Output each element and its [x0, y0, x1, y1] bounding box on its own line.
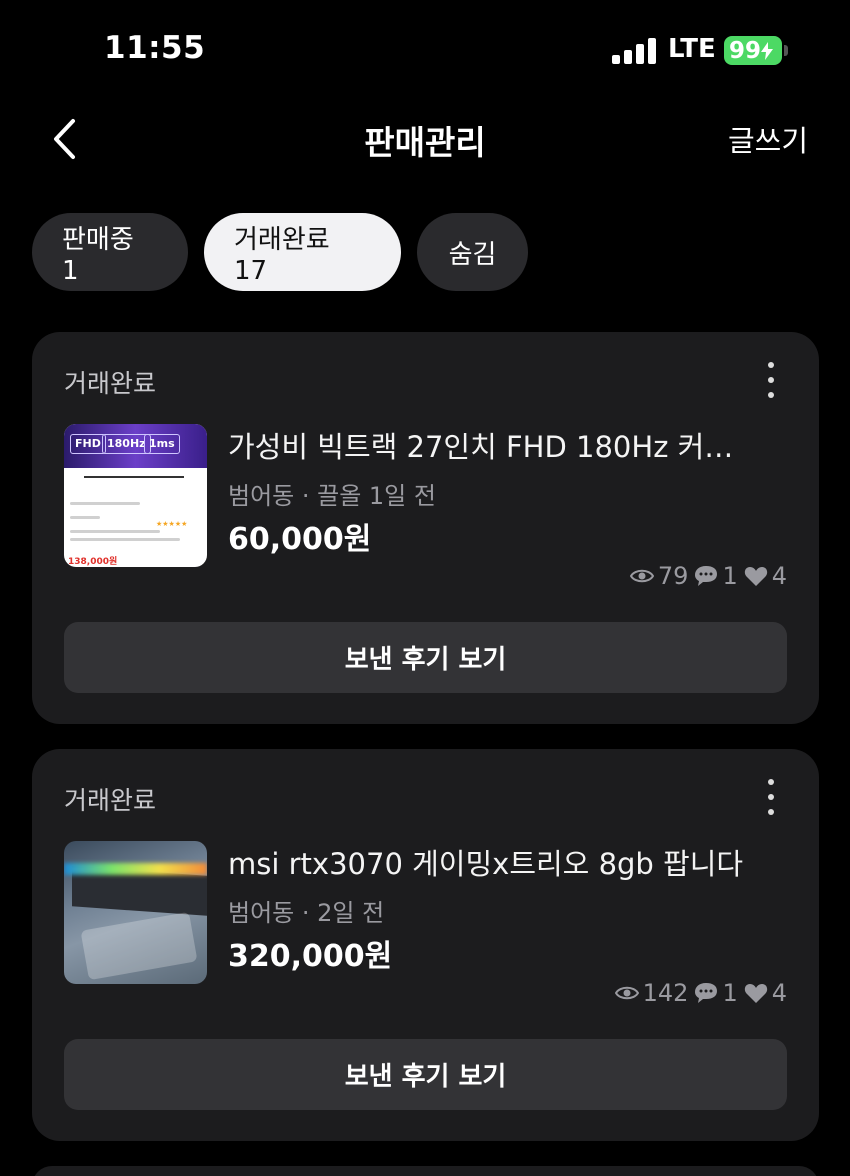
- chat-bubble-icon: [695, 566, 718, 586]
- battery-level: 99: [728, 37, 761, 64]
- view-sent-review-button[interactable]: 보낸 후기 보기: [64, 622, 787, 693]
- chat-bubble-icon: [695, 983, 718, 1003]
- thumb-price: 138,000원: [68, 557, 118, 567]
- chats-count: 1: [722, 562, 738, 590]
- views-stat: 79: [629, 562, 689, 590]
- thumbnail-image: [64, 841, 207, 984]
- status-bar: 11:55 LTE 99: [0, 0, 850, 100]
- battery-tip: [784, 45, 788, 56]
- listing-stats: 79 1 4: [629, 562, 787, 590]
- listing-card[interactable]: 거래완료 msi rtx3070 게이밍x트리오 8gb 팝니다 범어동 · 2…: [32, 749, 819, 1141]
- listing-meta: 범어동 · 끌올 1일 전: [228, 482, 436, 510]
- tab-hidden[interactable]: 숨김: [417, 213, 528, 291]
- battery-icon: 99: [724, 36, 782, 65]
- more-options-icon[interactable]: [761, 362, 781, 398]
- eye-icon: [614, 986, 639, 1000]
- likes-count: 4: [771, 562, 787, 590]
- heart-icon: [744, 567, 767, 586]
- thumb-chip: FHD: [70, 434, 106, 454]
- listing-title[interactable]: msi rtx3070 게이밍x트리오 8gb 팝니다: [228, 841, 788, 883]
- listing-card[interactable]: [32, 1166, 819, 1176]
- listing-title[interactable]: 가성비 빅트랙 27인치 FHD 180Hz 커…: [228, 424, 788, 466]
- filter-tabs: 판매중 1 거래완료 17 숨김: [32, 213, 528, 291]
- listing-status: 거래완료: [64, 369, 157, 398]
- status-time: 11:55: [104, 30, 206, 66]
- page-title: 판매관리: [364, 123, 486, 162]
- chats-count: 1: [722, 979, 738, 1007]
- eye-icon: [629, 569, 654, 583]
- likes-count: 4: [771, 979, 787, 1007]
- chats-stat: 1: [694, 979, 738, 1007]
- tab-selling[interactable]: 판매중 1: [32, 213, 188, 291]
- thumbnail-image: FHD 180Hz 1ms ★★★★★ 138,000원: [64, 424, 207, 567]
- signal-icon: [612, 38, 658, 64]
- likes-stat: 4: [744, 562, 787, 590]
- listing-stats: 142 1 4: [614, 979, 787, 1007]
- listing-price: 320,000원: [228, 939, 393, 974]
- tab-completed[interactable]: 거래완료 17: [204, 213, 401, 291]
- listing-thumbnail[interactable]: FHD 180Hz 1ms ★★★★★ 138,000원: [64, 424, 207, 567]
- write-button[interactable]: 글쓰기: [728, 118, 808, 160]
- view-sent-review-button[interactable]: 보낸 후기 보기: [64, 1039, 787, 1110]
- listing-meta: 범어동 · 2일 전: [228, 899, 385, 927]
- listing-thumbnail[interactable]: [64, 841, 207, 984]
- listing-card[interactable]: 거래완료 FHD 180Hz 1ms ★★★★★ 138,000원 가성비 빅트…: [32, 332, 819, 724]
- views-count: 79: [657, 562, 689, 590]
- rating-stars: ★★★★★: [156, 520, 188, 528]
- listing-price: 60,000원: [228, 522, 372, 557]
- heart-icon: [744, 984, 767, 1003]
- thumb-chip: 1ms: [144, 434, 180, 454]
- charging-icon: [761, 41, 773, 60]
- network-label: LTE: [668, 34, 716, 64]
- views-count: 142: [642, 979, 689, 1007]
- listing-status: 거래완료: [64, 786, 157, 815]
- nav-bar: 판매관리 글쓰기: [0, 100, 850, 180]
- chats-stat: 1: [694, 562, 738, 590]
- views-stat: 142: [614, 979, 689, 1007]
- likes-stat: 4: [744, 979, 787, 1007]
- more-options-icon[interactable]: [761, 779, 781, 815]
